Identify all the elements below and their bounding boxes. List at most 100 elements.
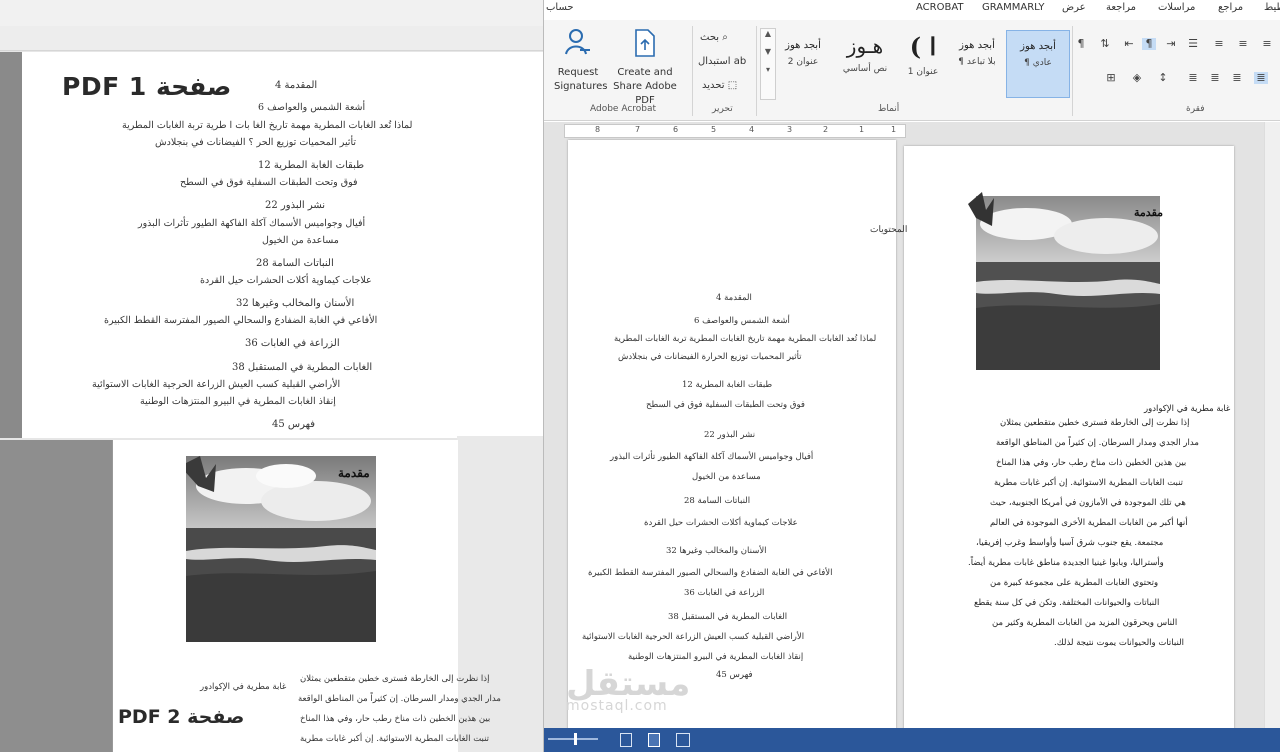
vertical-scrollbar[interactable] — [1264, 122, 1280, 728]
borders-icon[interactable]: ⊞ — [1104, 72, 1118, 84]
group-label-acrobat: Adobe Acrobat — [590, 104, 657, 114]
ruler-number: 1 — [891, 125, 897, 134]
style-name: عنوان 2 — [787, 57, 819, 67]
toc-line: فهرس 45 — [272, 419, 316, 430]
intro-line: وأستراليا، وبابوا غينيا الجديدة مناطق غا… — [968, 558, 1164, 568]
web-layout-icon[interactable] — [620, 733, 632, 747]
shading-icon[interactable]: ◈ — [1130, 72, 1144, 84]
zoom-slider-thumb[interactable] — [574, 733, 577, 745]
tab-view[interactable]: عرض — [1062, 2, 1086, 13]
justify-icon[interactable]: ≣ — [1186, 72, 1200, 84]
binoculars-icon: ⌕ — [722, 32, 728, 43]
photo-title: مقدمة — [1134, 206, 1164, 219]
replace-button[interactable]: استبدال ab — [698, 56, 746, 67]
sort-icon[interactable]: ⇅ — [1098, 38, 1112, 50]
ribbon: Request Signatures Create and Share Adob… — [544, 20, 1280, 121]
tab-review[interactable]: مراجعة — [1106, 2, 1136, 13]
horizontal-ruler[interactable]: 8 7 6 5 4 3 2 1 1 — [564, 124, 906, 138]
create-pdf-icon[interactable] — [632, 28, 658, 58]
style-heading1[interactable]: ( ا عنوان 1 — [892, 30, 954, 96]
style-no-spacing[interactable]: أبجد هوز ¶ بلا تباعد — [946, 30, 1008, 96]
status-bar — [544, 728, 1280, 752]
rainforest-photo — [976, 196, 1160, 370]
toc-line: مساعدة من الخيول — [262, 235, 339, 246]
style-name: ¶ عادي — [1024, 58, 1052, 68]
ruler-number: 3 — [787, 125, 793, 134]
word-toc-line: علاجات كيماوية أكلات الحشرات حيل القردة — [644, 518, 798, 528]
rtl-icon[interactable]: ¶ — [1142, 38, 1156, 50]
replace-label: استبدال — [698, 56, 731, 67]
ltr-icon[interactable]: ⇤ — [1122, 38, 1136, 50]
find-button[interactable]: بحث ⌕ — [700, 32, 728, 43]
word-toc-line: الأسنان والمخالب وغيرها 32 — [666, 546, 767, 556]
toc-line: الأراضي القبلية كسب العيش الزراعة الحرجي… — [92, 379, 341, 390]
pdf2-text-line: بين هذين الخطين ذات مناخ رطب حار، وفي هذ… — [300, 714, 491, 724]
pdf2-text-line: مدار الجدي ومدار السرطان. إن كثيراً من ا… — [298, 694, 501, 704]
ruler-number: 8 — [595, 125, 601, 134]
intro-line: إذا نظرت إلى الخارطة فسترى خطين متقطعين … — [1000, 418, 1190, 428]
request-signatures-button[interactable]: Request Signatures — [554, 66, 607, 94]
tab-mailings[interactable]: مراسلات — [1158, 2, 1195, 13]
toc-line: لماذا تُعد الغابات المطرية مهمة تاريخ ال… — [122, 120, 413, 131]
align-left-icon[interactable]: ≣ — [1208, 72, 1222, 84]
select-button[interactable]: تحديد ⬚ — [702, 80, 737, 91]
multilevel-list-icon[interactable]: ≡ — [1212, 38, 1226, 50]
toc-line: طبقات الغابة المطرية 12 — [258, 160, 365, 171]
style-sample: أبجد هوز — [785, 40, 821, 51]
toc-line: نشر البذور 22 — [265, 200, 326, 211]
toc-line: تأثير المحميات توزيع الحر ؟ الفيضانات في… — [155, 137, 356, 148]
word-toc-line: أفيال وجواميس الأسماك آكلة الفاكهة الطيو… — [610, 452, 814, 462]
pdf-gutter — [0, 440, 112, 752]
toc-line: الأفاعي في الغابة الضفادع والسحالي الصيو… — [104, 315, 378, 326]
intro-line: بين هذين الخطين ذات مناخ رطب حار، وفي هذ… — [996, 458, 1187, 468]
style-sample: ( ا — [909, 32, 937, 61]
rainforest-photo — [186, 456, 376, 642]
style-body-text[interactable]: هـوز نص أساسي — [834, 30, 896, 96]
pdf1-label: PDF 1 صفحة — [62, 72, 232, 101]
zoom-slider[interactable] — [548, 738, 598, 740]
word-toc-line: نشر البذور 22 — [704, 430, 756, 440]
toc-line: إنقاذ الغابات المطرية في البيرو المنتزها… — [140, 396, 336, 407]
pdf2-text-line: تنبت الغابات المطرية الاستوائية. إن أكبر… — [300, 734, 490, 744]
intro-line: الناس ويحرقون المزيد من الغابات المطرية … — [992, 618, 1178, 628]
intro-line: مدار الجدي ومدار السرطان. إن كثيراً من ا… — [996, 438, 1199, 448]
tab-references[interactable]: مراجع — [1218, 2, 1243, 13]
tab-account[interactable]: حساب — [546, 2, 574, 13]
intro-line: وتحتوي الغابات المطرية على مجموعة كبيرة … — [990, 578, 1159, 588]
read-mode-icon[interactable] — [676, 733, 690, 747]
pdf2-text-line: إذا نظرت إلى الخارطة فسترى خطين متقطعين … — [300, 674, 490, 684]
watermark-logo: مستقل mostaql.com — [566, 664, 690, 714]
align-right-icon[interactable]: ≣ — [1254, 72, 1268, 84]
tab-acrobat[interactable]: ACROBAT — [916, 2, 964, 13]
bullets-icon[interactable]: ≡ — [1260, 38, 1274, 50]
print-layout-icon[interactable] — [648, 733, 660, 747]
toc-line: فوق وتحت الطبقات السفلية فوق في السطح — [180, 177, 358, 188]
tab-layout[interactable]: تخطيط — [1264, 2, 1280, 13]
word-toc-line: المقدمة 4 — [716, 293, 752, 303]
photo-caption: غابة مطرية في الإكوادور — [1144, 404, 1231, 414]
word-toc-line: الزراعة في الغابات 36 — [684, 588, 765, 598]
word-window: حساب ACROBAT GRAMMARLY عرض مراجعة مراسلا… — [543, 0, 1280, 752]
numbering-icon[interactable]: ≡ — [1236, 38, 1250, 50]
pdf2-label: PDF 2 صفحة — [118, 706, 245, 728]
toc-line: الأسنان والمخالب وغيرها 32 — [236, 298, 355, 309]
style-name: نص أساسي — [842, 64, 888, 74]
increase-indent-icon[interactable]: ⇥ — [1164, 38, 1178, 50]
request-signatures-icon[interactable] — [564, 28, 592, 56]
decrease-indent-icon[interactable]: ☰ — [1186, 38, 1200, 50]
line-spacing-icon[interactable]: ↕ — [1156, 72, 1170, 84]
select-icon: ⬚ — [727, 80, 738, 91]
pdf-preview-panel: PDF 1 صفحة المقدمة 4 أشعة الشمس والعواصف… — [0, 0, 543, 752]
word-toc-line: إنقاذ الغابات المطرية في البيرو المنتزها… — [628, 652, 804, 662]
style-normal[interactable]: أبجد هوز ¶ عادي — [1006, 30, 1070, 98]
show-marks-icon[interactable]: ¶ — [1074, 38, 1088, 50]
create-share-pdf-button[interactable]: Create and Share Adobe PDF — [604, 66, 686, 108]
ruler-number: 1 — [859, 125, 865, 134]
word-toc-line: لماذا تُعد الغابات المطرية مهمة تاريخ ال… — [614, 334, 877, 344]
ribbon-divider — [692, 26, 693, 116]
word-toc-line: الأراضي القبلية كسب العيش الزراعة الحرجي… — [582, 632, 805, 642]
style-heading2[interactable]: أبجد هوز عنوان 2 — [772, 30, 834, 96]
photo-caption: غابة مطرية في الإكوادور — [200, 682, 287, 692]
center-icon[interactable]: ≣ — [1230, 72, 1244, 84]
tab-grammarly[interactable]: GRAMMARLY — [982, 2, 1045, 13]
